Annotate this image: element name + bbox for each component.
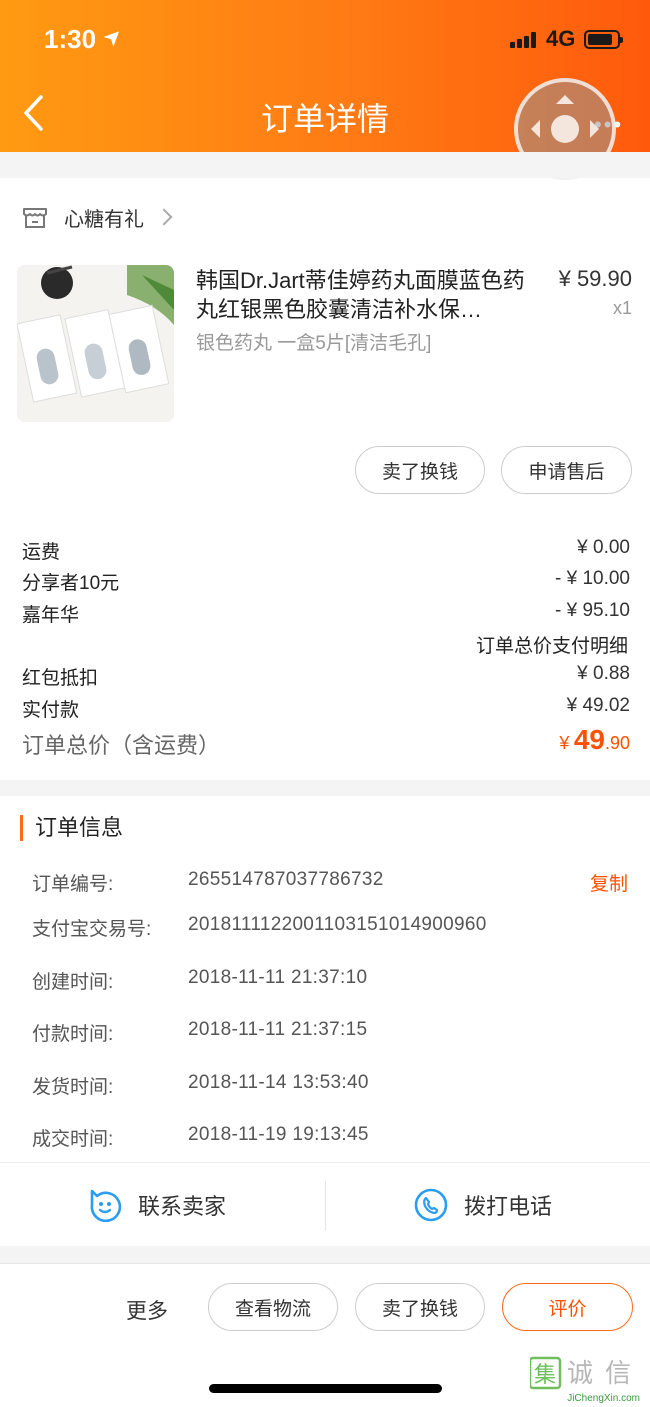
total-decimal: .90 xyxy=(604,733,630,753)
svg-text:集: 集 xyxy=(534,1363,556,1388)
home-indicator[interactable] xyxy=(209,1384,442,1393)
fee-label: 实付款 xyxy=(22,700,80,721)
svg-text:信: 信 xyxy=(605,1359,631,1389)
paid-time-value: 2018-11-11 21:37:15 xyxy=(188,1019,368,1040)
created-time-label: 创建时间: xyxy=(32,972,114,993)
shipped-time-value: 2018-11-14 13:53:40 xyxy=(188,1072,369,1093)
call-phone-label: 拨打电话 xyxy=(464,1194,553,1219)
fee-row-sharer: 分享者10元 - ¥ 10.00 xyxy=(22,568,630,595)
shop-link[interactable]: 心糖有礼 xyxy=(22,200,173,234)
product-quantity: x1 xyxy=(612,298,632,318)
completed-time-value: 2018-11-19 19:13:45 xyxy=(188,1124,369,1145)
product-price: ¥ 59.90 xyxy=(558,266,632,291)
alipay-trade-value: 2018111122001103151014900960 xyxy=(188,914,487,935)
order-total-label: 订单总价（含运费） xyxy=(22,733,221,758)
shipped-time-label: 发货时间: xyxy=(32,1077,114,1098)
fee-value: ¥ 0.00 xyxy=(577,537,630,558)
contact-bar: 联系卖家 拨打电话 xyxy=(0,1162,650,1246)
copy-button[interactable]: 复制 xyxy=(590,869,628,896)
after-sales-button[interactable]: 申请售后 xyxy=(501,446,632,494)
view-logistics-button[interactable]: 查看物流 xyxy=(208,1283,338,1331)
more-button[interactable]: 更多 xyxy=(126,1295,168,1325)
chat-smile-icon xyxy=(90,1189,122,1222)
fee-row-paid: 实付款 ¥ 49.02 xyxy=(22,695,630,722)
battery-icon xyxy=(584,30,623,49)
review-button[interactable]: 评价 xyxy=(502,1283,633,1331)
header-bar: 1:30 ➤ 4G 订单详情 ••• xyxy=(0,0,650,180)
fee-row-shipping: 运费 ¥ 0.00 xyxy=(22,537,630,564)
order-info-heading: 订单信息 xyxy=(20,815,123,841)
fee-value: - ¥ 10.00 xyxy=(555,568,630,589)
total-integer: 49 xyxy=(573,724,605,755)
section-gap xyxy=(0,780,650,796)
section-gap xyxy=(0,1246,650,1263)
fee-row-carnival: 嘉年华 - ¥ 95.10 xyxy=(22,600,630,627)
resell-bottom-button[interactable]: 卖了换钱 xyxy=(355,1283,485,1331)
product-image[interactable] xyxy=(17,265,174,422)
fee-label: 运费 xyxy=(22,542,61,563)
paid-time-label: 付款时间: xyxy=(32,1024,114,1045)
fee-row-red-packet: 红包抵扣 ¥ 0.88 xyxy=(22,663,630,690)
created-time-value: 2018-11-11 21:37:10 xyxy=(188,967,368,988)
total-currency: ¥ xyxy=(559,733,570,753)
order-total-value: ¥ 49.90 xyxy=(559,724,630,756)
product-spec: 银色药丸 一盒5片[清洁毛孔] xyxy=(196,333,432,354)
order-number-value: 265514787037786732 xyxy=(188,869,384,890)
product-photo-icon xyxy=(17,265,174,422)
order-number-label: 订单编号: xyxy=(32,874,114,895)
fee-label: 红包抵扣 xyxy=(22,668,99,689)
payment-detail-link[interactable]: 订单总价支付明细 xyxy=(476,631,628,658)
shop-icon xyxy=(23,208,47,228)
fee-label: 嘉年华 xyxy=(22,605,80,626)
svg-text:诚: 诚 xyxy=(567,1359,593,1389)
status-time: 1:30 xyxy=(44,24,97,54)
fee-value: ¥ 49.02 xyxy=(566,695,630,716)
watermark-site: JiChengXin.com xyxy=(567,1393,640,1404)
phone-icon xyxy=(414,1188,448,1222)
location-arrow-icon: ➤ xyxy=(97,21,129,53)
section-gap xyxy=(0,152,650,178)
network-type: 4G xyxy=(546,26,576,51)
completed-time-label: 成交时间: xyxy=(32,1129,114,1150)
call-phone-button[interactable]: 拨打电话 xyxy=(414,1163,552,1247)
fee-label: 分享者10元 xyxy=(22,573,120,594)
divider xyxy=(325,1181,326,1231)
contact-seller-button[interactable]: 联系卖家 xyxy=(88,1163,226,1247)
fee-value: - ¥ 95.10 xyxy=(555,600,630,621)
product-title[interactable]: 韩国Dr.Jart蒂佳婷药丸面膜蓝色药丸红银黑色胶囊清洁补水保… xyxy=(196,266,526,324)
resell-button[interactable]: 卖了换钱 xyxy=(355,446,485,494)
fee-value: ¥ 0.88 xyxy=(577,663,630,684)
alipay-trade-label: 支付宝交易号: xyxy=(32,919,152,940)
chevron-right-icon xyxy=(155,208,173,226)
shop-name: 心糖有礼 xyxy=(64,208,144,231)
signal-icon xyxy=(510,32,540,48)
contact-seller-label: 联系卖家 xyxy=(138,1194,227,1219)
